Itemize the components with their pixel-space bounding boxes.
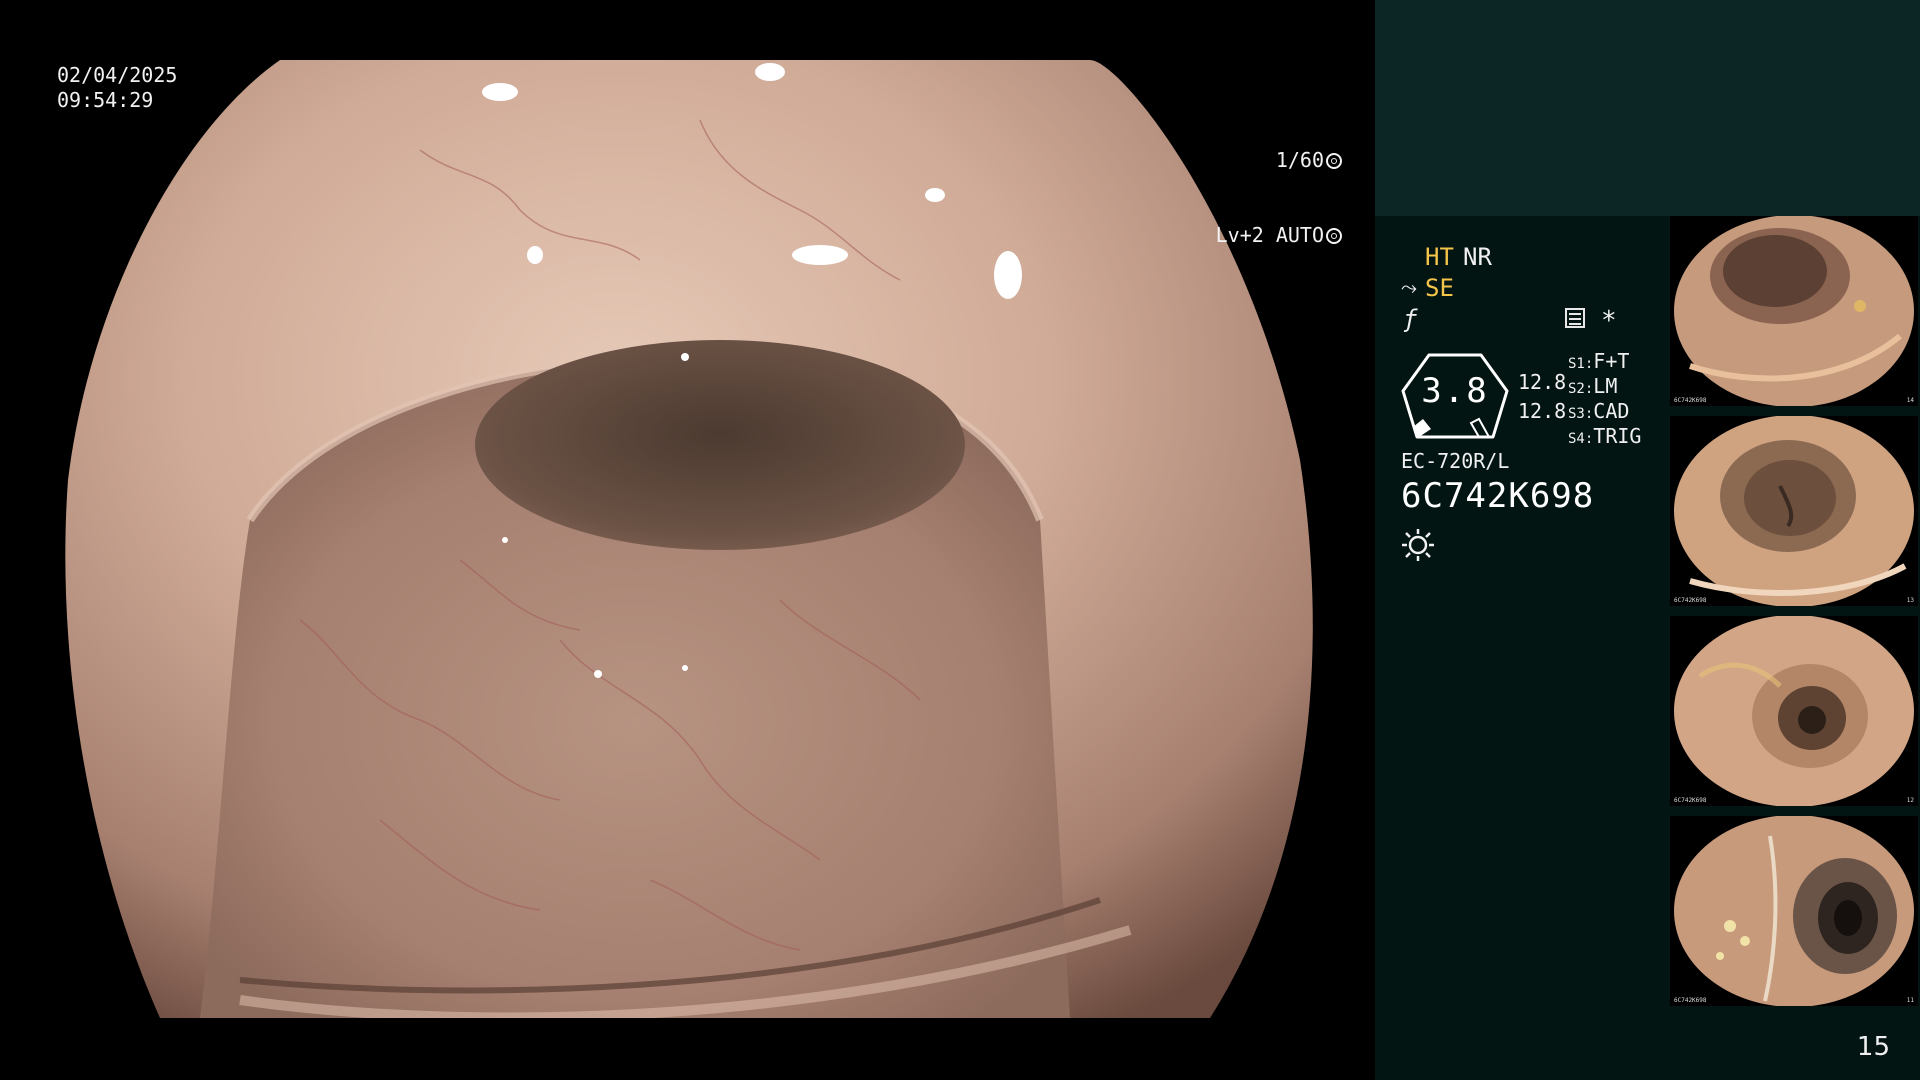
switch-s2: S2:LM [1568, 374, 1618, 398]
switch-key: S1 [1568, 356, 1585, 372]
thumbnail-caption: 6C742K698 [1674, 997, 1707, 1004]
thumbnail-image [1674, 616, 1914, 806]
thumbnail-caption: 6C742K698 [1674, 797, 1707, 804]
se-curve-icon: ⤳ [1401, 275, 1417, 299]
readout-value-2: 12.8 [1518, 399, 1567, 423]
mode-se-label: SE [1425, 274, 1454, 302]
scope-serial: 6C742K698 [1401, 476, 1595, 516]
mode-ht-label: HT [1425, 243, 1454, 271]
thumbnail-image [1674, 416, 1914, 606]
switch-label: LM [1593, 374, 1618, 398]
thumbnail-caption: 6C742K698 [1674, 597, 1707, 604]
thumbnail-1[interactable]: 6C742K698 14 [1670, 216, 1918, 406]
date-text: 02/04/2025 [57, 63, 178, 87]
readout-value-1: 12.8 [1518, 370, 1567, 394]
thumbnail-3[interactable]: 6C742K698 12 [1670, 616, 1918, 806]
switch-label: F+T [1593, 349, 1630, 373]
page-number: 15 [1856, 1032, 1890, 1062]
switch-key: S4 [1568, 431, 1585, 447]
shutter-readout: 1/60 Lv+2 AUTO [1216, 98, 1342, 298]
switch-key: S2 [1568, 381, 1585, 397]
switch-s4: S4:TRIG [1568, 424, 1642, 448]
book-icon [1565, 308, 1585, 328]
switch-key: S3 [1568, 406, 1585, 422]
switch-label: TRIG [1593, 424, 1642, 448]
scope-model: EC-720R/L [1401, 449, 1510, 473]
thumbnail-4[interactable]: 6C742K698 11 [1670, 816, 1918, 1006]
thumbnail-2[interactable]: 6C742K698 13 [1670, 416, 1918, 606]
thumbnail-caption: 6C742K698 [1674, 397, 1707, 404]
iris-icon [1326, 227, 1342, 244]
mode-nr-label: NR [1463, 243, 1492, 271]
thumbnail-image [1674, 216, 1914, 406]
shutter-speed-text: 1/60 [1275, 148, 1324, 172]
thumbnail-index: 11 [1906, 997, 1914, 1004]
level-mode-text: Lv+2 AUTO [1215, 223, 1324, 247]
thumbnail-index: 14 [1906, 397, 1914, 404]
shutter-icon [1326, 152, 1342, 169]
switch-s1: S1:F+T [1568, 349, 1630, 373]
panel-header [1375, 0, 1920, 216]
endoscope-image [65, 60, 1313, 1018]
switch-label: CAD [1593, 399, 1630, 423]
switch-s3: S3:CAD [1568, 399, 1630, 423]
date-time-readout: 02/04/2025 09:54:29 [57, 63, 177, 113]
time-text: 09:54:29 [57, 88, 154, 112]
thumbnail-index: 13 [1906, 597, 1914, 604]
asterisk-icon: * [1601, 306, 1617, 336]
gauge-value: 3.8 [1421, 371, 1489, 411]
f-strike-icon: ƒ [1403, 305, 1418, 333]
endoscope-main-view: 02/04/2025 09:54:29 1/60 Lv+2 AUTO [0, 0, 1372, 1080]
thumbnail-image [1674, 816, 1914, 1006]
light-sun-icon [1402, 529, 1434, 561]
thumbnail-index: 12 [1906, 797, 1914, 804]
